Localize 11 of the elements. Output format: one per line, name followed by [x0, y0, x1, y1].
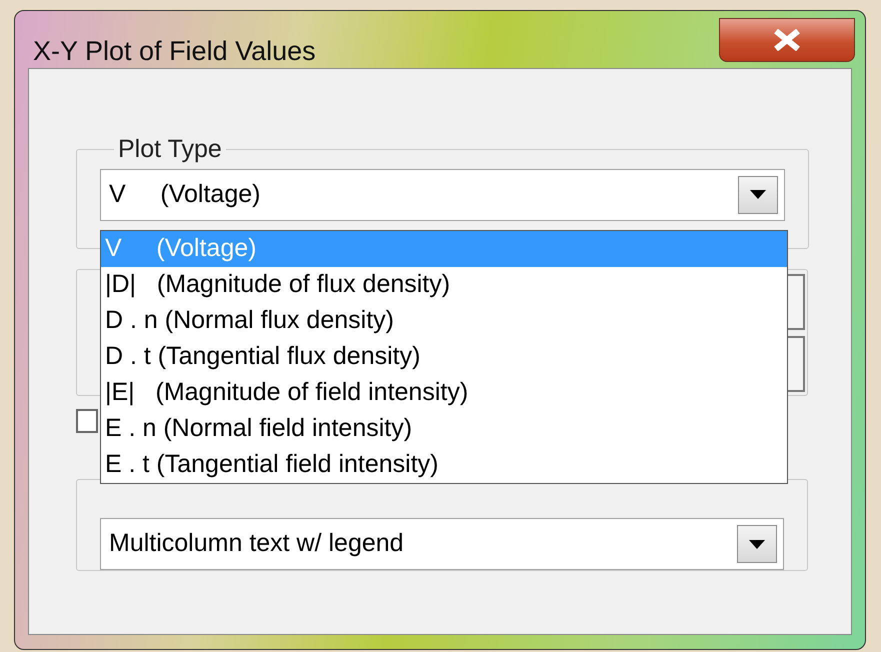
window-title: X-Y Plot of Field Values	[33, 35, 316, 68]
close-button[interactable]	[719, 18, 855, 62]
dropdown-button[interactable]	[738, 176, 778, 214]
caret-icon	[749, 540, 765, 548]
caret-icon	[750, 190, 766, 199]
dropdown-button[interactable]	[737, 525, 777, 563]
dropdown-field[interactable]: Multicolumn text w/ legend	[100, 518, 784, 570]
dropdown-field[interactable]: V (Voltage)	[100, 168, 785, 220]
group-label: Plot Type	[117, 134, 223, 165]
close-icon	[773, 29, 801, 51]
checkbox[interactable]	[76, 409, 98, 433]
